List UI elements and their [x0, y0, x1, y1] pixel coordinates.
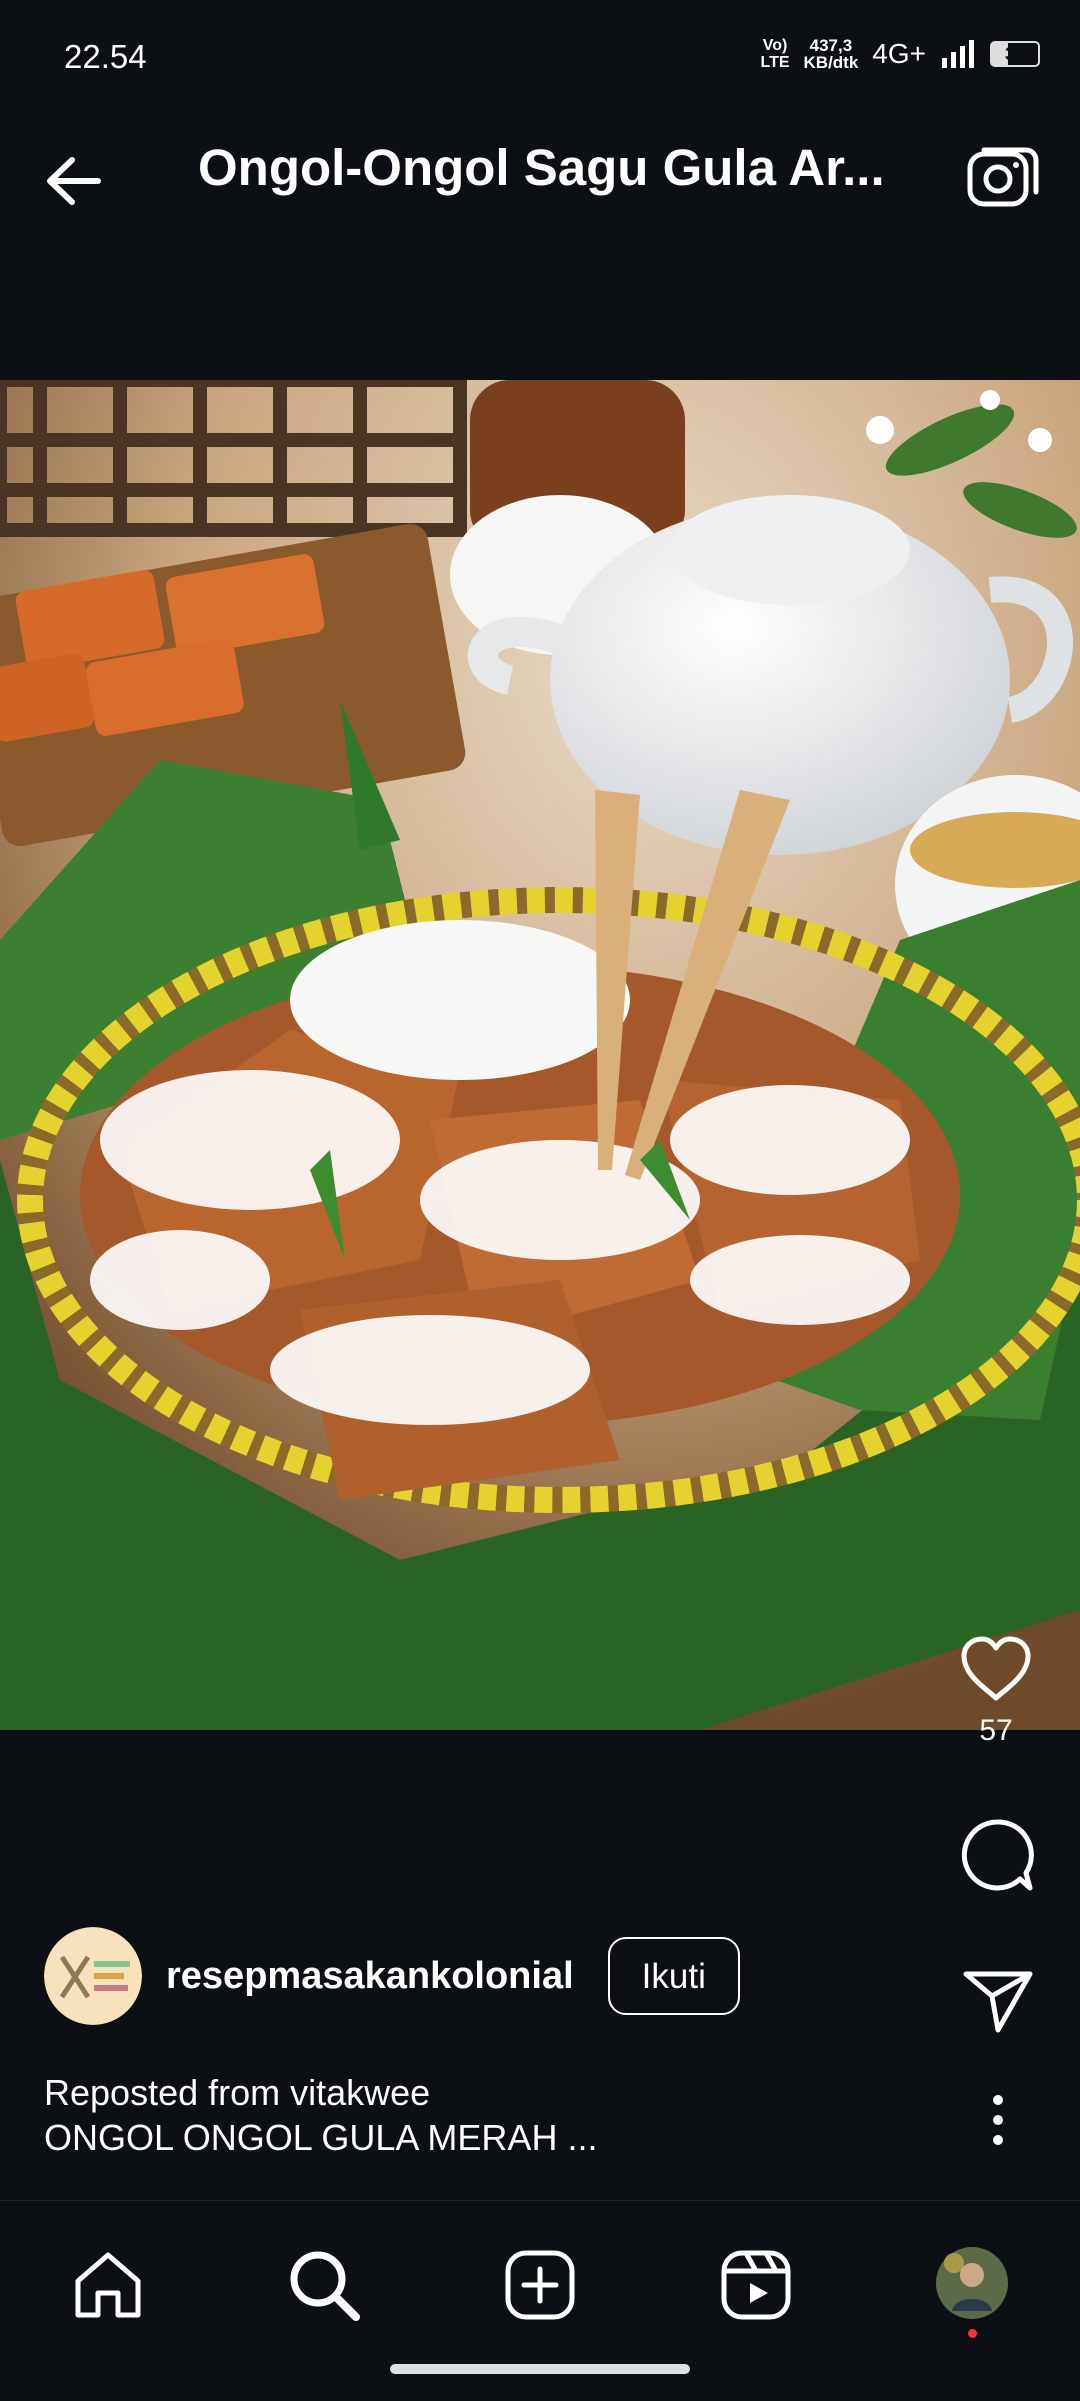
home-indicator[interactable]: [390, 2364, 690, 2374]
caption-line-1: Reposted from vitakwee: [44, 2072, 431, 2113]
share-icon[interactable]: [960, 1966, 1036, 2036]
status-icons: Vo) LTE 437,3 KB/dtk 4G+ 34: [760, 34, 1040, 74]
top-bar: Ongol-Ongol Sagu Gula Ar...: [0, 96, 1080, 246]
home-icon[interactable]: [68, 2245, 148, 2325]
author-username[interactable]: resepmasakankolonial: [166, 1955, 574, 1998]
volte-bottom: LTE: [760, 54, 790, 71]
create-icon[interactable]: [500, 2245, 580, 2325]
status-bar: 22.54 Vo) LTE 437,3 KB/dtk 4G+ 34: [0, 0, 1080, 96]
like-count[interactable]: 57: [979, 1714, 1012, 1748]
caption-line-2: ONGOL ONGOL GULA MERAH ...: [44, 2117, 598, 2158]
post-photo[interactable]: [0, 380, 1080, 1730]
status-time: 22.54: [64, 38, 147, 75]
comment-icon[interactable]: [958, 1816, 1036, 1894]
network-speed: 437,3 KB/dtk: [804, 37, 859, 71]
battery-level: 34: [1004, 44, 1026, 64]
author-row: resepmasakankolonial Ikuti: [44, 1926, 740, 2026]
volte-top: Vo): [762, 37, 788, 54]
search-icon[interactable]: [284, 2245, 364, 2325]
notification-dot: [968, 2329, 977, 2338]
camera-icon[interactable]: [964, 140, 1040, 216]
network-type: 4G+: [872, 38, 926, 69]
heart-icon[interactable]: [958, 1634, 1034, 1704]
signal-icon: [942, 40, 974, 68]
speed-value: 437,3: [809, 36, 853, 55]
reels-icon[interactable]: [716, 2245, 796, 2325]
volte-indicator: Vo) LTE: [760, 37, 789, 71]
like-action: 57: [958, 1634, 1034, 1748]
author-avatar[interactable]: [44, 1927, 142, 2025]
battery-icon: 34: [990, 41, 1040, 67]
more-options-icon[interactable]: [980, 2090, 1016, 2150]
profile-tab[interactable]: [934, 2245, 1014, 2338]
post-caption[interactable]: Reposted from vitakwee ONGOL ONGOL GULA …: [44, 2070, 597, 2160]
speed-unit: KB/dtk: [803, 53, 859, 72]
follow-button[interactable]: Ikuti: [607, 1937, 740, 2015]
page-title: Ongol-Ongol Sagu Gula Ar...: [198, 139, 885, 196]
profile-avatar: [936, 2247, 1008, 2319]
arrow-left-icon[interactable]: [38, 146, 108, 216]
